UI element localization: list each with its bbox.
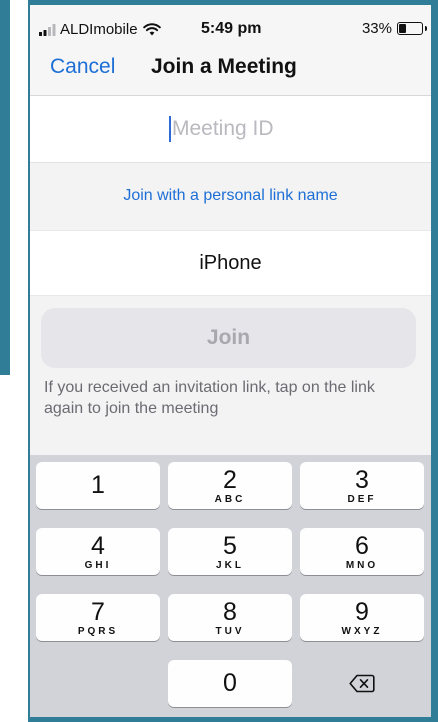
key-7[interactable]: 7 PQRS [36, 594, 160, 641]
key-letters: ABC [214, 494, 246, 505]
key-5[interactable]: 5 JKL [168, 528, 292, 575]
display-name-row[interactable]: iPhone [30, 230, 431, 296]
status-left: ALDImobile [39, 21, 161, 38]
invitation-hint-text: If you received an invitation link, tap … [44, 379, 375, 417]
key-number: 3 [355, 466, 369, 494]
key-8[interactable]: 8 TUV [168, 594, 292, 641]
battery-percent: 33% [361, 20, 392, 37]
key-0[interactable]: 0 [168, 660, 292, 707]
key-number: 8 [223, 598, 237, 626]
key-letters: DEF [347, 494, 377, 505]
key-9[interactable]: 9 WXYZ [300, 594, 424, 641]
key-1[interactable]: 1 [36, 462, 160, 509]
cancel-button[interactable]: Cancel [50, 55, 115, 79]
join-button[interactable]: Join [41, 308, 416, 368]
meeting-id-input[interactable] [172, 117, 292, 141]
key-number: 9 [355, 598, 369, 626]
key-letters: PQRS [77, 626, 119, 637]
phone-screen: ALDImobile 5:49 pm 33% Cancel Join a Mee… [30, 5, 431, 717]
key-3[interactable]: 3 DEF [300, 462, 424, 509]
key-6[interactable]: 6 MNO [300, 528, 424, 575]
key-letters: JKL [216, 560, 244, 571]
key-2[interactable]: 2 ABC [168, 462, 292, 509]
meeting-id-row [30, 96, 431, 163]
delete-key[interactable] [300, 660, 424, 707]
battery-icon [397, 22, 427, 35]
key-number: 4 [91, 532, 105, 560]
status-time: 5:49 pm [201, 20, 262, 37]
backspace-icon [349, 674, 375, 693]
navigation-bar: Cancel Join a Meeting [30, 47, 431, 96]
page-title: Join a Meeting [151, 55, 297, 78]
numeric-keypad: 1 2 ABC 3 DEF 4 GHI 5 JKL 6 MNO 7 PQRS 8… [30, 455, 431, 717]
display-name-field[interactable]: iPhone [199, 252, 261, 275]
key-number: 6 [355, 532, 369, 560]
signal-icon [39, 23, 56, 36]
join-with-personal-link-button[interactable]: Join with a personal link name [30, 163, 431, 229]
left-frame-edge [0, 0, 10, 375]
status-right: 33% [361, 20, 427, 37]
key-letters: MNO [345, 560, 379, 571]
status-bar: ALDImobile 5:49 pm 33% [30, 5, 431, 47]
wifi-icon [142, 23, 161, 36]
key-letters: WXYZ [341, 626, 383, 637]
key-letters: GHI [84, 560, 112, 571]
key-letters: TUV [215, 626, 245, 637]
key-number: 5 [223, 532, 237, 560]
key-number: 7 [91, 598, 105, 626]
key-number: 0 [223, 669, 237, 697]
key-number: 1 [91, 471, 105, 499]
text-cursor [169, 116, 171, 142]
key-number: 2 [223, 466, 237, 494]
carrier-name: ALDImobile [60, 21, 138, 38]
key-4[interactable]: 4 GHI [36, 528, 160, 575]
